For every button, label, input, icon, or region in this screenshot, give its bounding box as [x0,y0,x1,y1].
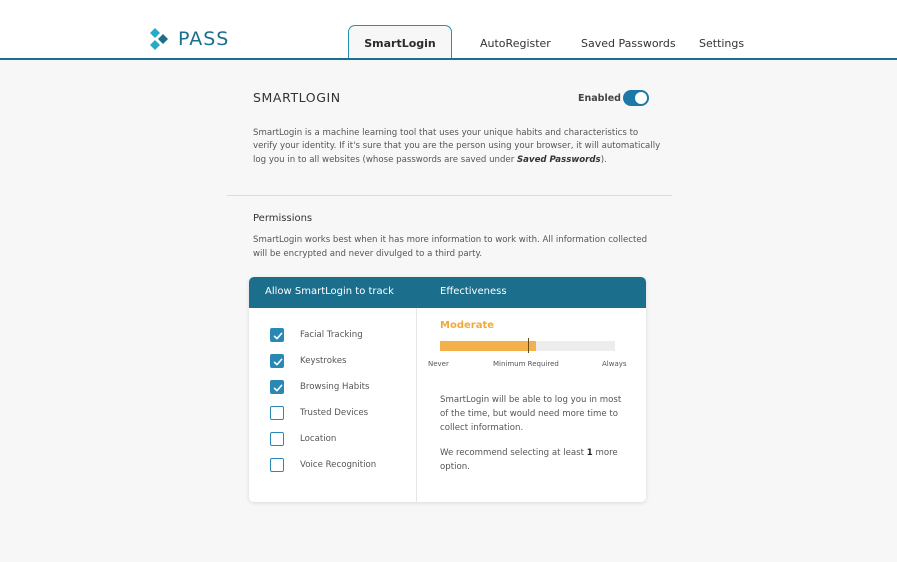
permissions-description: SmartLogin works best when it has more i… [253,235,648,259]
permissions-title: Permissions [253,213,313,224]
tab-label: SmartLogin [364,36,436,50]
option-keystrokes[interactable]: Keystrokes [270,353,346,369]
effectiveness-summary: SmartLogin will be able to log you in mo… [440,395,622,433]
tab-autoregister[interactable]: AutoRegister [480,37,551,50]
effectiveness-column-header: Effectiveness [440,286,507,297]
permissions-card: Allow SmartLogin to track Effectiveness … [249,277,646,502]
header-underline [0,58,897,60]
enabled-status-label: Enabled [578,93,621,104]
scale-min-label: Never [428,360,449,368]
option-browsing-habits[interactable]: Browsing Habits [270,379,369,395]
checkbox-checked[interactable] [270,354,284,368]
checkmark-icon [273,332,283,340]
section-title: SMARTLOGIN [253,90,341,105]
permissions-card-header: Allow SmartLogin to track Effectiveness [249,277,646,308]
checkbox-checked[interactable] [270,380,284,394]
checkbox-unchecked[interactable] [270,432,284,446]
tab-smartlogin[interactable]: SmartLogin [348,25,452,60]
description-text-end: ). [600,154,607,165]
scale-max-label: Always [602,360,627,368]
saved-passwords-emphasis: Saved Passwords [516,154,601,165]
checkmark-icon [273,384,283,392]
tab-label: AutoRegister [480,37,551,50]
checkmark-icon [273,358,283,366]
scale-mid-label: Minimum Required [493,360,559,368]
minimum-required-marker [528,338,529,353]
track-column-header: Allow SmartLogin to track [265,286,394,297]
tab-settings[interactable]: Settings [699,37,744,50]
checkbox-checked[interactable] [270,328,284,342]
toggle-knob [635,92,647,104]
checkbox-unchecked[interactable] [270,458,284,472]
column-divider [416,308,417,502]
checkbox-unchecked[interactable] [270,406,284,420]
option-location[interactable]: Location [270,431,336,447]
effectiveness-recommendation: We recommend selecting at least 1 more o… [440,447,625,475]
brand-logo[interactable]: PASS [148,27,229,51]
option-voice-recognition[interactable]: Voice Recognition [270,457,376,473]
effectiveness-bar [440,338,615,353]
section-divider [227,195,672,196]
option-facial-tracking[interactable]: Facial Tracking [270,327,363,343]
tab-label: Saved Passwords [581,37,676,50]
tab-label: Settings [699,37,745,50]
option-label: Browsing Habits [300,382,370,392]
smartlogin-description: SmartLogin is a machine learning tool th… [253,127,663,167]
option-label: Facial Tracking [300,330,363,340]
option-label: Trusted Devices [300,408,369,418]
option-label: Keystrokes [300,356,347,366]
top-navigation-bar: PASS SmartLogin AutoRegister Saved Passw… [0,0,897,60]
option-label: Location [300,434,337,444]
option-label: Voice Recognition [300,460,377,470]
tab-saved-passwords[interactable]: Saved Passwords [581,37,676,50]
option-trusted-devices[interactable]: Trusted Devices [270,405,368,421]
effectiveness-bar-fill [440,341,536,351]
diamond-cluster-icon [148,28,170,50]
smartlogin-toggle[interactable] [623,90,649,106]
effectiveness-level: Moderate [440,320,495,331]
brand-name: PASS [178,28,230,50]
recommend-text: We recommend selecting at least [440,448,587,458]
